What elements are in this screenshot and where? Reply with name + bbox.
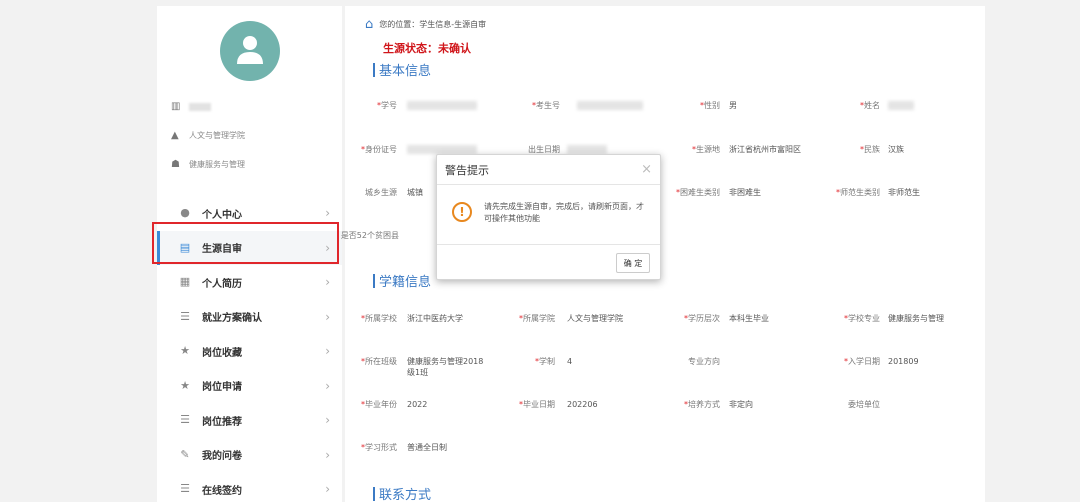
sidebar-item-employment-plan[interactable]: ☰ 就业方案确认 › — [157, 300, 342, 335]
home-icon[interactable]: ⌂ — [365, 18, 373, 31]
label-level: *学历层次 — [684, 314, 720, 323]
label-student-id: *学号 — [377, 101, 397, 110]
label-normal-student: *师范生类别 — [836, 188, 880, 197]
section-school-info: 学籍信息 — [373, 271, 431, 290]
breadcrumb-text: 您的位置：学生信息-生源自审 — [379, 20, 487, 29]
value-grad-year: 2022 — [407, 400, 428, 409]
value-hardship: 非困难生 — [729, 188, 761, 197]
group-icon: ☗ — [171, 158, 180, 170]
sidebar-item-resume[interactable]: ▦ 个人简历 › — [157, 265, 342, 300]
chevron-right-icon: › — [325, 378, 330, 393]
college-text: 人文与管理学院 — [189, 131, 245, 140]
value-student-id — [407, 101, 477, 110]
label-training: *培养方式 — [684, 400, 720, 409]
label-class: *所在班级 — [361, 357, 397, 366]
highlight-box — [152, 222, 339, 264]
label-id-number: *身份证号 — [361, 145, 397, 154]
chevron-right-icon: › — [325, 206, 330, 221]
label-study-form: *学习形式 — [361, 443, 397, 452]
value-origin: 浙江省杭州市富阳区 — [729, 145, 801, 154]
label-direction: 专业方向 — [688, 357, 720, 366]
building-icon: ▥ — [171, 101, 181, 112]
label-years: *学制 — [535, 357, 555, 366]
star-icon: ★ — [180, 344, 190, 358]
value-exam-id — [577, 101, 643, 110]
label-grad-year: *毕业年份 — [361, 400, 397, 409]
info-row-building: ▥ — [171, 102, 217, 112]
user-icon: ● — [180, 206, 190, 220]
chevron-right-icon: › — [325, 309, 330, 324]
label-enroll-date: *入学日期 — [844, 357, 880, 366]
list-icon: ☰ — [180, 482, 190, 496]
chevron-right-icon: › — [325, 344, 330, 359]
dialog-title: 警告提示 — [445, 163, 489, 177]
value-level: 本科生毕业 — [729, 314, 769, 323]
sidebar-item-job-recommend[interactable]: ☰ 岗位推荐 › — [157, 403, 342, 438]
label-urban-rural: 城乡生源 — [365, 188, 397, 197]
avatar[interactable] — [220, 21, 280, 81]
value-gender: 男 — [729, 101, 737, 110]
value-grad-date: 202206 — [567, 400, 598, 409]
value-school: 浙江中医药大学 — [407, 314, 463, 323]
sidebar-item-my-survey[interactable]: ✎ 我的问卷 › — [157, 438, 342, 473]
section-basic-info: 基本信息 — [373, 60, 431, 79]
document-icon: ▦ — [179, 275, 191, 289]
label-commission: 委培单位 — [848, 400, 880, 409]
info-row-college: ▲ 人文与管理学院 — [171, 130, 245, 141]
label-school: *所属学校 — [361, 314, 397, 323]
value-birth — [567, 145, 607, 154]
chevron-right-icon: › — [325, 413, 330, 428]
sidebar-item-job-favorites[interactable]: ★ 岗位收藏 › — [157, 334, 342, 369]
graduation-cap-icon: ▲ — [171, 129, 179, 141]
value-normal-student: 非师范生 — [888, 188, 920, 197]
value-training: 非定向 — [729, 400, 753, 409]
chevron-right-icon: › — [325, 482, 330, 497]
user-avatar-icon — [237, 36, 263, 64]
close-icon[interactable]: × — [641, 163, 652, 176]
label-grad-date: *毕业日期 — [519, 400, 555, 409]
value-years: 4 — [567, 357, 573, 366]
major-text: 健康服务与管理 — [189, 160, 245, 169]
label-origin: *生源地 — [692, 145, 720, 154]
value-study-form: 普通全日制 — [407, 443, 447, 452]
label-hardship: *困难生类别 — [676, 188, 720, 197]
label-exam-id: *考生号 — [532, 101, 560, 110]
label-major: *学校专业 — [844, 314, 880, 323]
edit-icon: ✎ — [180, 447, 190, 461]
breadcrumb: ⌂ 您的位置：学生信息-生源自审 — [365, 18, 486, 31]
label-gender: *性别 — [700, 101, 720, 110]
dialog-body: ! 请先完成生源自审，完成后，请刷新页面，才可操作其他功能 — [437, 185, 660, 245]
source-status: 生源状态：未确认 — [383, 42, 471, 55]
label-ethnicity: *民族 — [860, 145, 880, 154]
value-id-number — [407, 145, 477, 154]
blurred-name — [189, 103, 211, 111]
label-college: *所属学院 — [519, 314, 555, 323]
value-class: 健康服务与管理2018级1班 — [407, 357, 484, 377]
sidebar-item-online-sign[interactable]: ☰ 在线签约 › — [157, 472, 342, 502]
label-poor-county: 是否52个贫困县 — [340, 231, 399, 240]
value-major: 健康服务与管理 — [888, 314, 944, 323]
warning-icon: ! — [452, 202, 472, 222]
dialog-header: 警告提示 × — [437, 155, 660, 185]
info-row-major: ☗ 健康服务与管理 — [171, 159, 245, 170]
chevron-right-icon: › — [325, 447, 330, 462]
value-enroll-date: 201809 — [888, 357, 919, 366]
sidebar-item-job-applications[interactable]: ★ 岗位申请 › — [157, 369, 342, 404]
list-icon: ☰ — [180, 413, 190, 427]
list-icon: ☰ — [180, 309, 190, 323]
star-icon: ★ — [180, 378, 190, 392]
warning-dialog: 警告提示 × ! 请先完成生源自审，完成后，请刷新页面，才可操作其他功能 确 定 — [436, 154, 661, 280]
section-contact-info: 联系方式 — [373, 484, 431, 502]
dialog-message: 请先完成生源自审，完成后，请刷新页面，才可操作其他功能 — [484, 202, 644, 223]
chevron-right-icon: › — [325, 275, 330, 290]
value-urban-rural: 城镇 — [407, 188, 423, 197]
value-college: 人文与管理学院 — [567, 314, 623, 323]
value-name — [888, 101, 914, 110]
value-ethnicity: 汉族 — [888, 145, 904, 154]
label-name: *姓名 — [860, 101, 880, 110]
confirm-button[interactable]: 确 定 — [616, 253, 650, 273]
